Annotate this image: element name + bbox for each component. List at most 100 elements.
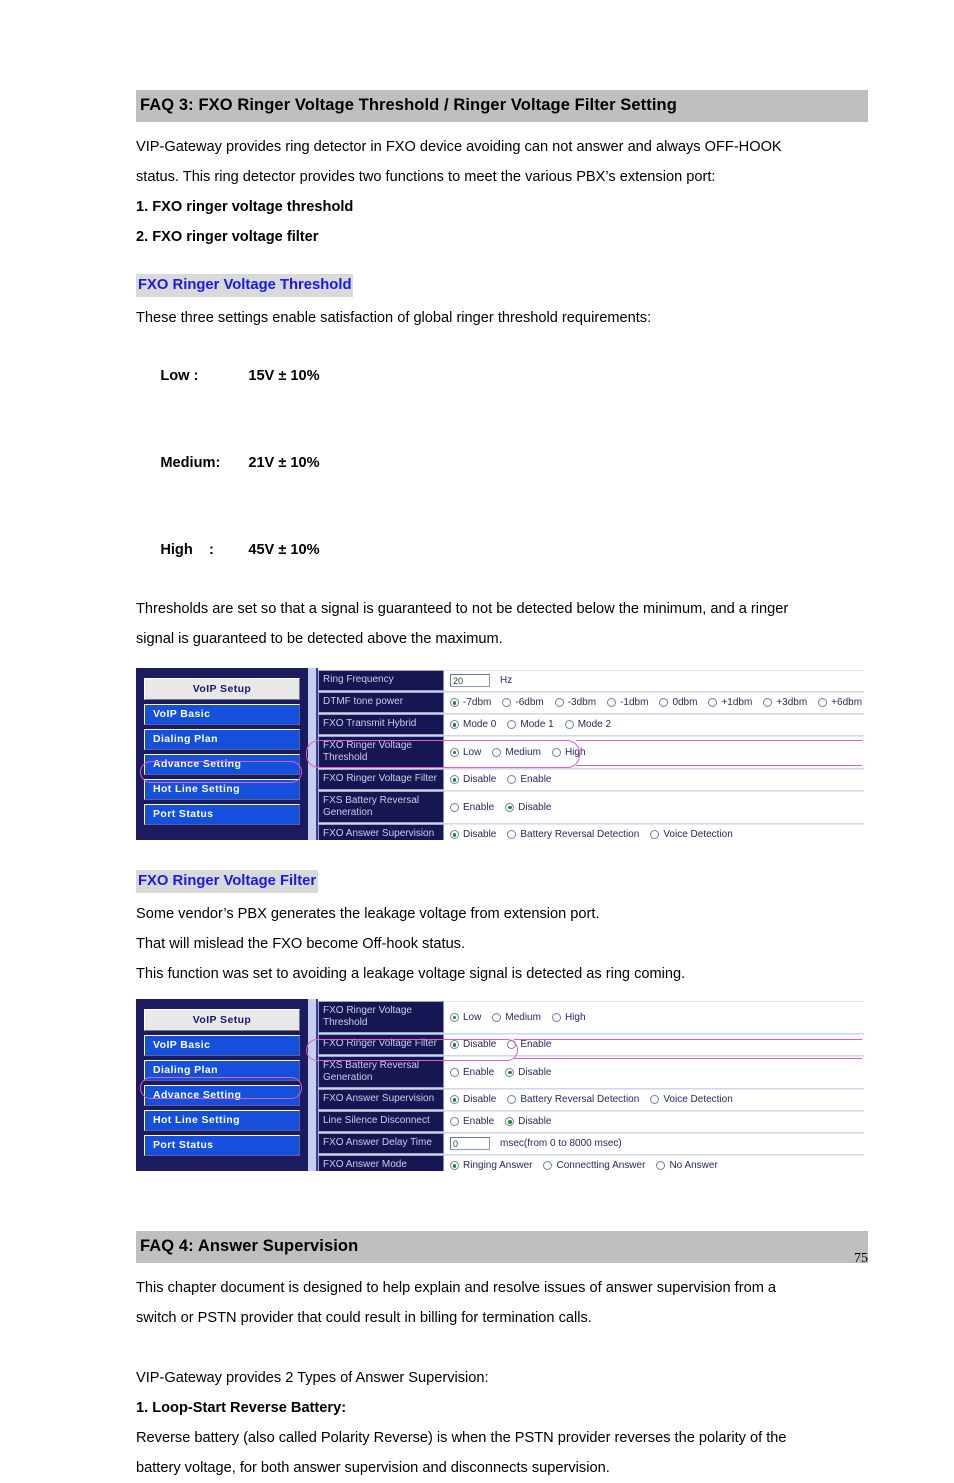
sidebar2-item-hot-line-setting[interactable]: Hot Line Setting	[144, 1109, 300, 1131]
radio-unselected-icon[interactable]	[818, 698, 828, 708]
radio-unselected-icon[interactable]	[502, 698, 512, 708]
radio-option[interactable]: -3dbm	[554, 697, 596, 708]
radio-option[interactable]: +3dbm	[763, 697, 807, 708]
radio-option[interactable]: -6dbm	[502, 697, 544, 708]
radio-option[interactable]: Low	[450, 747, 481, 758]
radio-selected-icon[interactable]	[450, 1095, 459, 1105]
radio-option[interactable]: +1dbm	[708, 697, 752, 708]
radio-unselected-icon[interactable]	[507, 830, 517, 840]
sidebar2-item-dialing-plan[interactable]: Dialing Plan	[144, 1059, 300, 1081]
settings-row-label: FXO Answer Mode	[318, 1154, 444, 1171]
radio-option[interactable]: Disable	[450, 1039, 496, 1050]
threshold-subheading: FXO Ringer Voltage Threshold	[136, 273, 354, 297]
radio-option[interactable]: Medium	[492, 1012, 541, 1023]
radio-option[interactable]: Voice Detection	[650, 1094, 733, 1105]
radio-unselected-icon[interactable]	[450, 802, 459, 812]
radio-unselected-icon[interactable]	[650, 1095, 660, 1105]
radio-option[interactable]: Battery Reversal Detection	[507, 829, 639, 840]
radio-selected-icon[interactable]	[450, 747, 459, 757]
radio-option[interactable]: Enable	[450, 1067, 494, 1078]
radio-unselected-icon[interactable]	[763, 698, 773, 708]
settings-text-input[interactable]: 20	[450, 674, 490, 688]
radio-option[interactable]: -1dbm	[607, 697, 648, 708]
radio-unselected-icon[interactable]	[659, 698, 669, 708]
radio-option[interactable]: -7dbm	[450, 697, 491, 708]
radio-option-label: Disable	[463, 1094, 497, 1106]
radio-unselected-icon[interactable]	[607, 698, 617, 708]
radio-option[interactable]: +6dbm	[818, 697, 862, 708]
radio-selected-icon[interactable]	[505, 802, 515, 812]
faq3-intro-line-2: status. This ring detector provides two …	[136, 168, 716, 185]
radio-unselected-icon[interactable]	[554, 698, 564, 708]
radio-selected-icon[interactable]	[450, 698, 459, 708]
radio-option[interactable]: Disable	[505, 1067, 552, 1078]
settings-row-value: Disable Enable	[444, 768, 864, 790]
radio-option[interactable]: No Answer	[656, 1160, 718, 1171]
radio-unselected-icon[interactable]	[551, 747, 561, 757]
radio-group: Enable Disable	[450, 802, 563, 813]
radio-option[interactable]: Disable	[505, 802, 552, 813]
radio-group: Disable Enable	[450, 774, 563, 785]
router-config-screenshot-1: VoIP Setup VoIP Basic Dialing Plan Advan…	[136, 667, 864, 840]
radio-unselected-icon[interactable]	[450, 1117, 459, 1127]
document-page: FAQ 3: FXO Ringer Voltage Threshold / Ri…	[0, 0, 954, 1476]
radio-unselected-icon[interactable]	[551, 1012, 561, 1022]
sidebar-item-hot-line-setting[interactable]: Hot Line Setting	[144, 778, 300, 800]
sidebar-item-port-status[interactable]: Port Status	[144, 803, 300, 825]
settings-text-input[interactable]: 0	[450, 1137, 490, 1151]
radio-option-label: Enable	[463, 1066, 495, 1078]
radio-selected-icon[interactable]	[505, 1117, 515, 1127]
radio-option[interactable]: Low	[450, 1012, 481, 1023]
radio-selected-icon[interactable]	[450, 720, 459, 730]
settings-row: FXO Answer Supervision Disable Battery Rev…	[318, 823, 864, 840]
radio-unselected-icon[interactable]	[507, 1040, 517, 1050]
radio-option[interactable]: Disable	[450, 1094, 496, 1105]
filter-line-3: This function was set to avoiding a leak…	[136, 965, 686, 982]
radio-unselected-icon[interactable]	[656, 1161, 666, 1171]
radio-unselected-icon[interactable]	[450, 1067, 459, 1077]
radio-selected-icon[interactable]	[450, 830, 459, 840]
radio-unselected-icon[interactable]	[650, 830, 660, 840]
radio-unselected-icon[interactable]	[507, 775, 517, 785]
radio-unselected-icon[interactable]	[507, 1095, 517, 1105]
radio-option[interactable]: Medium	[492, 747, 541, 758]
sidebar2-item-port-status[interactable]: Port Status	[144, 1134, 300, 1156]
radio-option[interactable]: Mode 0	[450, 719, 496, 730]
radio-option[interactable]: High	[551, 747, 586, 758]
radio-unselected-icon[interactable]	[492, 1012, 502, 1022]
radio-option[interactable]: Disable	[505, 1116, 552, 1127]
radio-option[interactable]: Disable	[450, 829, 496, 840]
radio-option[interactable]: Ringing Answer	[450, 1160, 532, 1171]
radio-unselected-icon[interactable]	[708, 698, 718, 708]
radio-option[interactable]: 0dbm	[659, 697, 697, 708]
sidebar-item-voip-basic[interactable]: VoIP Basic	[144, 703, 300, 725]
sidebar-item-advance-setting[interactable]: Advance Setting	[144, 753, 300, 775]
radio-option[interactable]: Enable	[507, 1039, 552, 1050]
radio-option[interactable]: High	[551, 1012, 586, 1023]
radio-option[interactable]: Mode 2	[564, 719, 611, 730]
radio-option[interactable]: Enable	[507, 774, 552, 785]
radio-option-label: +6dbm	[831, 697, 863, 709]
radio-unselected-icon[interactable]	[492, 747, 502, 757]
radio-option[interactable]: Enable	[450, 802, 494, 813]
radio-unselected-icon[interactable]	[543, 1161, 553, 1171]
radio-option-label: Battery Reversal Detection	[520, 1094, 640, 1106]
radio-option[interactable]: Enable	[450, 1116, 494, 1127]
sidebar-item-dialing-plan[interactable]: Dialing Plan	[144, 728, 300, 750]
radio-selected-icon[interactable]	[450, 1040, 459, 1050]
radio-option[interactable]: Battery Reversal Detection	[507, 1094, 639, 1105]
radio-option[interactable]: Mode 1	[507, 719, 554, 730]
radio-option[interactable]: Disable	[450, 774, 496, 785]
radio-unselected-icon[interactable]	[507, 720, 517, 730]
radio-selected-icon[interactable]	[505, 1067, 515, 1077]
radio-unselected-icon[interactable]	[564, 720, 574, 730]
sidebar2-item-advance-setting[interactable]: Advance Setting	[144, 1084, 300, 1106]
radio-selected-icon[interactable]	[450, 1012, 459, 1022]
faq4-line-4: Reverse battery (also called Polarity Re…	[136, 1429, 787, 1446]
radio-option[interactable]: Voice Detection	[650, 829, 733, 840]
sidebar2-item-voip-basic[interactable]: VoIP Basic	[144, 1034, 300, 1056]
radio-option[interactable]: Connectting Answer	[543, 1160, 645, 1171]
radio-selected-icon[interactable]	[450, 1161, 459, 1171]
settings-row: FXS Battery Reversal Generation Enable Dis…	[318, 1055, 864, 1089]
radio-selected-icon[interactable]	[450, 775, 459, 785]
